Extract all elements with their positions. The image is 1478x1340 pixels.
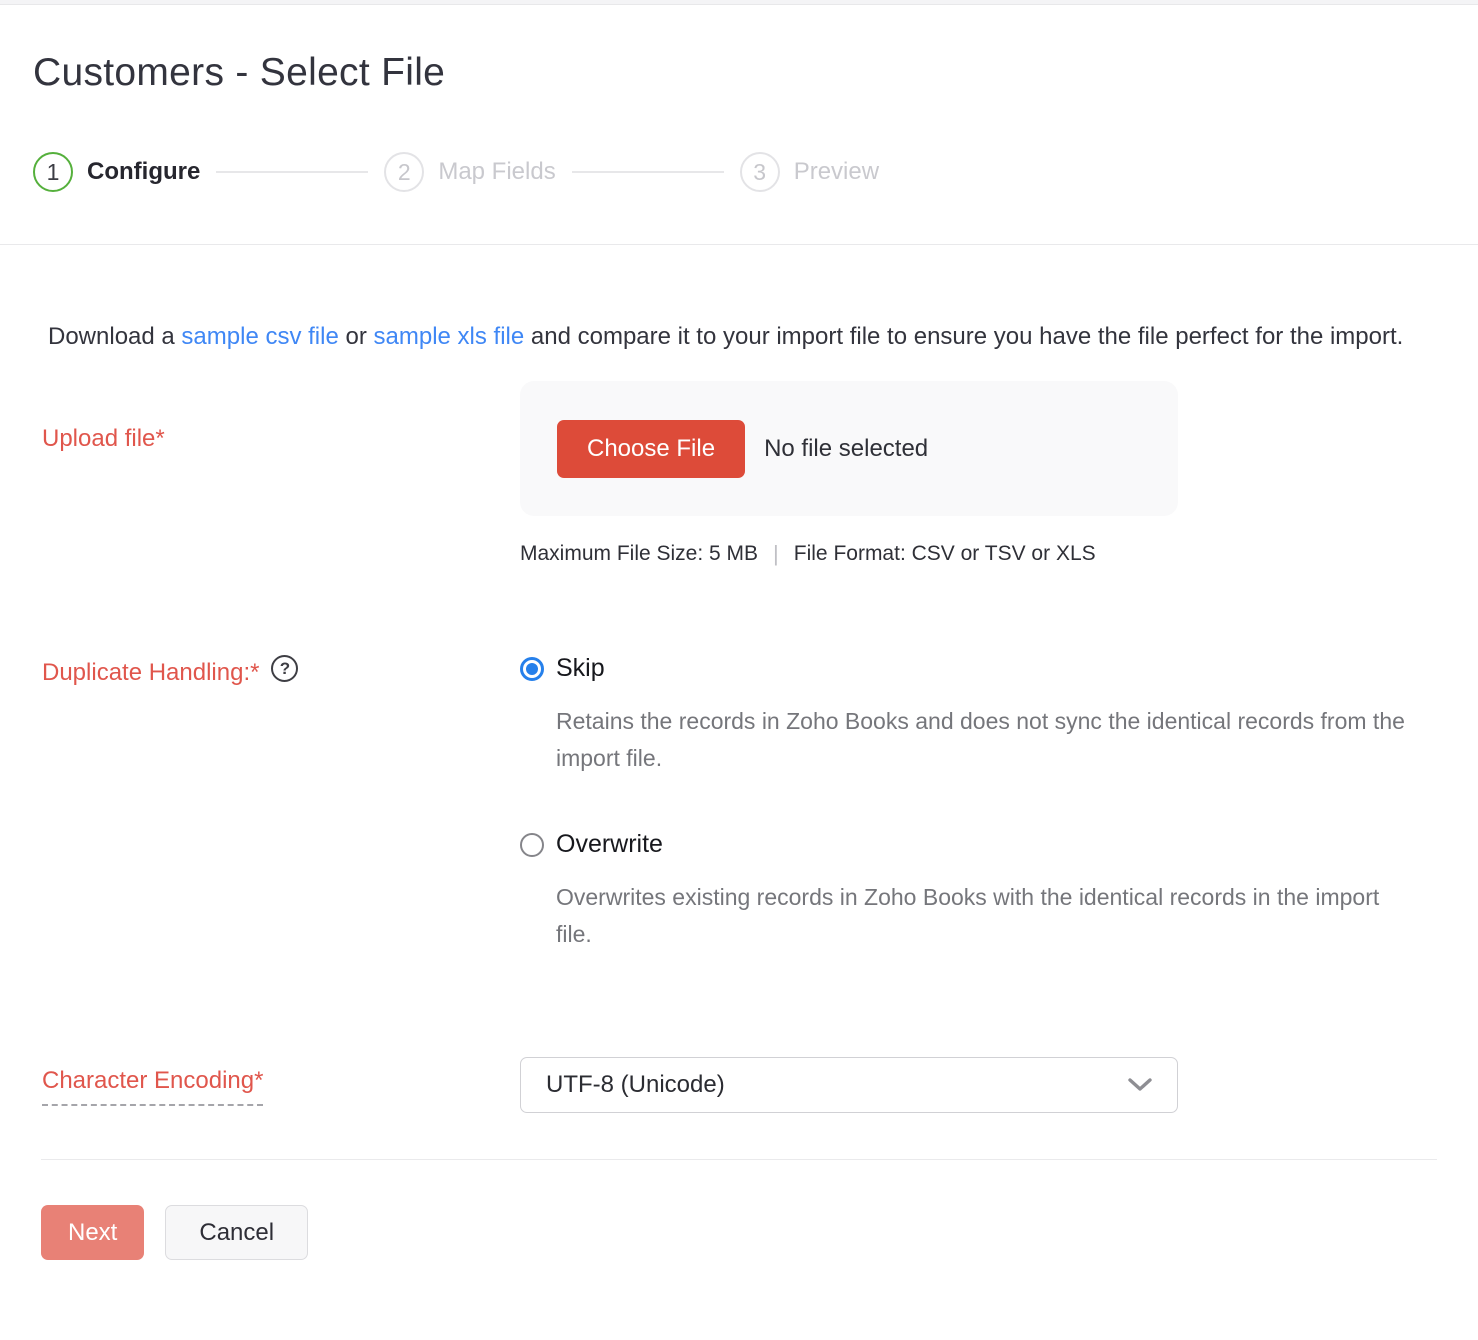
wizard-stepper: 1 Configure 2 Map Fields 3 Preview [33,152,1445,244]
radio-option-overwrite: Overwrite Overwrites existing records in… [520,830,1418,953]
wizard-actions: Next Cancel [41,1205,1478,1260]
character-encoding-label[interactable]: Character Encoding* [42,1067,264,1106]
no-file-selected-text: No file selected [764,434,929,462]
duplicate-handling-row: Duplicate Handling:* ? Skip Retains the … [0,654,1478,953]
radio-option-skip: Skip Retains the records in Zoho Books a… [520,654,1418,777]
choose-file-button[interactable]: Choose File [557,419,746,478]
radio-overwrite[interactable]: Overwrite [520,830,1418,859]
step-number-circle: 2 [384,152,425,192]
stepper-step-configure: 1 Configure [33,152,200,192]
character-encoding-select[interactable]: UTF-8 (Unicode) [520,1057,1178,1113]
next-button[interactable]: Next [41,1205,145,1260]
radio-overwrite-label[interactable]: Overwrite [556,830,663,859]
chevron-down-icon [1128,1078,1152,1092]
import-wizard-header: Customers - Select File 1 Configure 2 Ma… [0,5,1478,245]
file-upload-dropzone[interactable]: Choose File No file selected [520,381,1178,516]
separator-bar: | [773,541,779,566]
stepper-connector-line [216,171,369,173]
radio-skip[interactable]: Skip [520,654,1418,683]
stepper-step-preview: 3 Preview [739,152,880,192]
help-icon[interactable]: ? [271,655,299,682]
footer-divider [41,1159,1437,1160]
intro-text: and compare it to your import file to en… [524,323,1404,350]
character-encoding-row: Character Encoding* UTF-8 (Unicode) [0,1057,1478,1113]
max-file-size-text: Maximum File Size: 5 MB [520,542,759,565]
sample-xls-file-link[interactable]: sample xls file [374,323,525,350]
step-number-circle: 3 [739,152,780,192]
radio-skip-label[interactable]: Skip [556,654,605,683]
character-encoding-value: UTF-8 (Unicode) [546,1071,725,1098]
duplicate-handling-label: Duplicate Handling:* [42,659,260,686]
stepper-connector-line [571,171,724,173]
intro-text: or [338,323,374,350]
radio-selected-icon[interactable] [520,656,544,681]
stepper-step-map-fields: 2 Map Fields [384,152,556,192]
cancel-button[interactable]: Cancel [165,1205,309,1260]
upload-file-control: Choose File No file selected Maximum Fil… [520,381,1178,567]
radio-overwrite-description: Overwrites existing records in Zoho Book… [556,884,1380,947]
file-requirements: Maximum File Size: 5 MB | File Format: C… [520,541,1178,567]
radio-skip-description: Retains the records in Zoho Books and do… [556,708,1405,771]
duplicate-handling-options: Skip Retains the records in Zoho Books a… [520,654,1418,953]
upload-file-label: Upload file* [42,425,165,452]
step-label: Configure [87,158,201,185]
file-format-text: File Format: CSV or TSV or XLS [793,542,1096,565]
intro-text: Download a [48,323,182,350]
page-title: Customers - Select File [33,51,446,94]
sample-csv-file-link[interactable]: sample csv file [181,323,338,350]
sample-file-instructions: Download a sample csv file or sample xls… [48,316,1418,358]
upload-file-row: Upload file* Choose File No file selecte… [0,381,1478,567]
step-label: Map Fields [438,158,556,185]
character-encoding-label-wrap: Character Encoding* [0,1057,520,1106]
duplicate-handling-label-wrap: Duplicate Handling:* ? [0,654,520,687]
step-label: Preview [793,158,880,185]
radio-unselected-icon[interactable] [520,832,544,857]
step-number-circle: 1 [33,152,73,192]
